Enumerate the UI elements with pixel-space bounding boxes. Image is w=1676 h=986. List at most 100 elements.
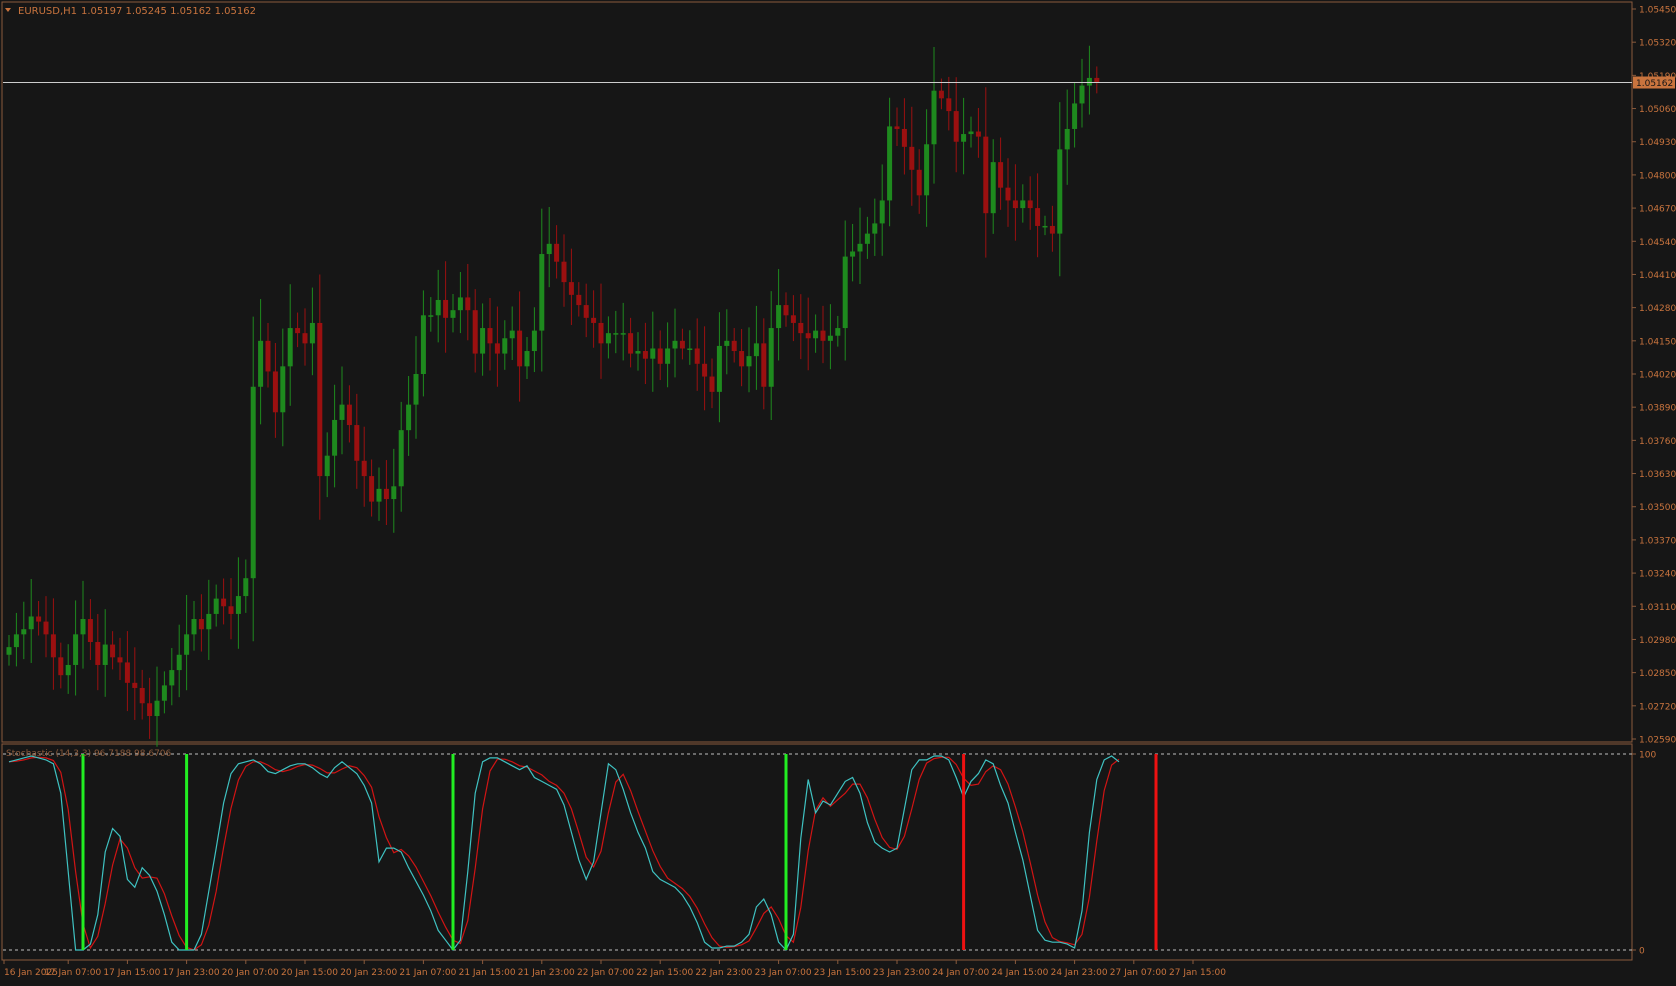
- candle-body: [909, 146, 915, 170]
- price-tick-label: 1.03760: [1639, 437, 1676, 447]
- candle-body: [50, 634, 56, 658]
- price-tick-label: 1.03240: [1639, 570, 1676, 580]
- candle-body: [235, 596, 241, 614]
- current-price-label: 1.05162: [1636, 79, 1673, 89]
- trading-chart-window[interactable]: 1.054501.053201.051901.050601.049301.048…: [0, 0, 1676, 982]
- candle-body: [724, 340, 730, 346]
- candle-body: [369, 476, 375, 502]
- candle-body: [665, 348, 671, 364]
- candle-body: [139, 687, 145, 704]
- time-tick-label: 17 Jan 15:00: [103, 968, 160, 978]
- candle-body: [176, 654, 182, 671]
- candle-body: [591, 317, 597, 323]
- candle-body: [983, 136, 989, 214]
- time-tick-label: 21 Jan 23:00: [518, 968, 575, 978]
- time-tick-label: 22 Jan 07:00: [577, 968, 634, 978]
- candle-body: [21, 629, 27, 635]
- time-tick-label: 21 Jan 07:00: [399, 968, 456, 978]
- candle-body: [850, 251, 856, 257]
- candle-body: [783, 305, 789, 316]
- candle-body: [376, 488, 382, 502]
- time-tick-label: 23 Jan 23:00: [873, 968, 930, 978]
- candle-body: [480, 328, 486, 354]
- candle-body: [147, 703, 153, 717]
- stochastic-level-label: 0: [1639, 947, 1645, 957]
- price-tick-label: 1.04930: [1639, 138, 1676, 148]
- candle-body: [924, 144, 930, 196]
- time-tick-label: 27 Jan 07:00: [1110, 968, 1167, 978]
- candle-body: [938, 90, 944, 99]
- price-tick-label: 1.02720: [1639, 702, 1676, 712]
- candle-body: [857, 243, 863, 252]
- candle-body: [280, 366, 286, 413]
- candle-body: [302, 333, 308, 344]
- candle-body: [383, 488, 389, 500]
- candle-body: [768, 328, 774, 387]
- price-tick-label: 1.02980: [1639, 636, 1676, 646]
- candle-body: [295, 328, 301, 334]
- candle-body: [1057, 149, 1063, 234]
- candle-body: [494, 343, 500, 354]
- candle-body: [258, 340, 264, 387]
- time-tick-label: 24 Jan 07:00: [932, 968, 989, 978]
- price-tick-label: 1.02590: [1639, 736, 1676, 746]
- price-tick-label: 1.04410: [1639, 271, 1676, 281]
- candle-body: [13, 634, 19, 648]
- price-tick-label: 1.02850: [1639, 669, 1676, 679]
- candle-body: [1064, 128, 1070, 150]
- candle-body: [1079, 85, 1085, 104]
- candle-body: [198, 619, 204, 630]
- time-tick-label: 17 Jan 23:00: [163, 968, 220, 978]
- candle-body: [687, 348, 693, 350]
- price-tick-label: 1.05320: [1639, 39, 1676, 49]
- candle-body: [450, 310, 456, 318]
- candle-body: [413, 374, 419, 405]
- candle-body: [95, 642, 101, 665]
- candle-body: [539, 254, 545, 331]
- time-tick-label: 24 Jan 23:00: [1051, 968, 1108, 978]
- price-chart[interactable]: 1.054501.053201.051901.050601.049301.048…: [0, 0, 1676, 982]
- candle-body: [894, 126, 900, 129]
- candle-body: [946, 98, 952, 112]
- time-tick-label: 20 Jan 15:00: [281, 968, 338, 978]
- candle-body: [694, 348, 700, 364]
- candle-body: [110, 644, 116, 658]
- price-tick-label: 1.03890: [1639, 404, 1676, 414]
- candle-body: [73, 634, 79, 665]
- time-tick-label: 23 Jan 15:00: [814, 968, 871, 978]
- price-tick-label: 1.03110: [1639, 603, 1676, 613]
- time-tick-label: 17 Jan 07:00: [44, 968, 101, 978]
- candle-body: [309, 322, 315, 344]
- candle-body: [628, 333, 634, 354]
- candle-body: [250, 386, 256, 579]
- candle-body: [228, 606, 234, 614]
- candle-body: [916, 169, 922, 196]
- price-tick-label: 1.04020: [1639, 371, 1676, 381]
- candle-body: [502, 338, 508, 354]
- candle-body: [598, 322, 604, 344]
- candle-body: [716, 345, 722, 392]
- candle-body: [243, 578, 249, 597]
- candle-body: [820, 330, 826, 341]
- candle-body: [798, 322, 804, 334]
- candle-body: [406, 404, 412, 431]
- candle-body: [206, 613, 212, 630]
- candle-body: [813, 330, 819, 339]
- candle-body: [1042, 225, 1048, 228]
- candle-body: [872, 223, 878, 234]
- candle-body: [487, 328, 493, 344]
- candle-body: [583, 305, 589, 318]
- candle-body: [346, 404, 352, 426]
- candle-body: [702, 363, 708, 377]
- candle-body: [879, 200, 885, 224]
- candle-body: [620, 333, 626, 335]
- symbol-label[interactable]: EURUSD,H1: [18, 6, 77, 17]
- candle-body: [835, 328, 841, 336]
- candle-body: [568, 282, 574, 295]
- candle-body: [154, 700, 160, 717]
- candle-body: [221, 598, 227, 607]
- candle-body: [1005, 187, 1011, 201]
- candle-body: [28, 616, 34, 630]
- price-tick-label: 1.04800: [1639, 171, 1676, 181]
- candle-body: [990, 162, 996, 214]
